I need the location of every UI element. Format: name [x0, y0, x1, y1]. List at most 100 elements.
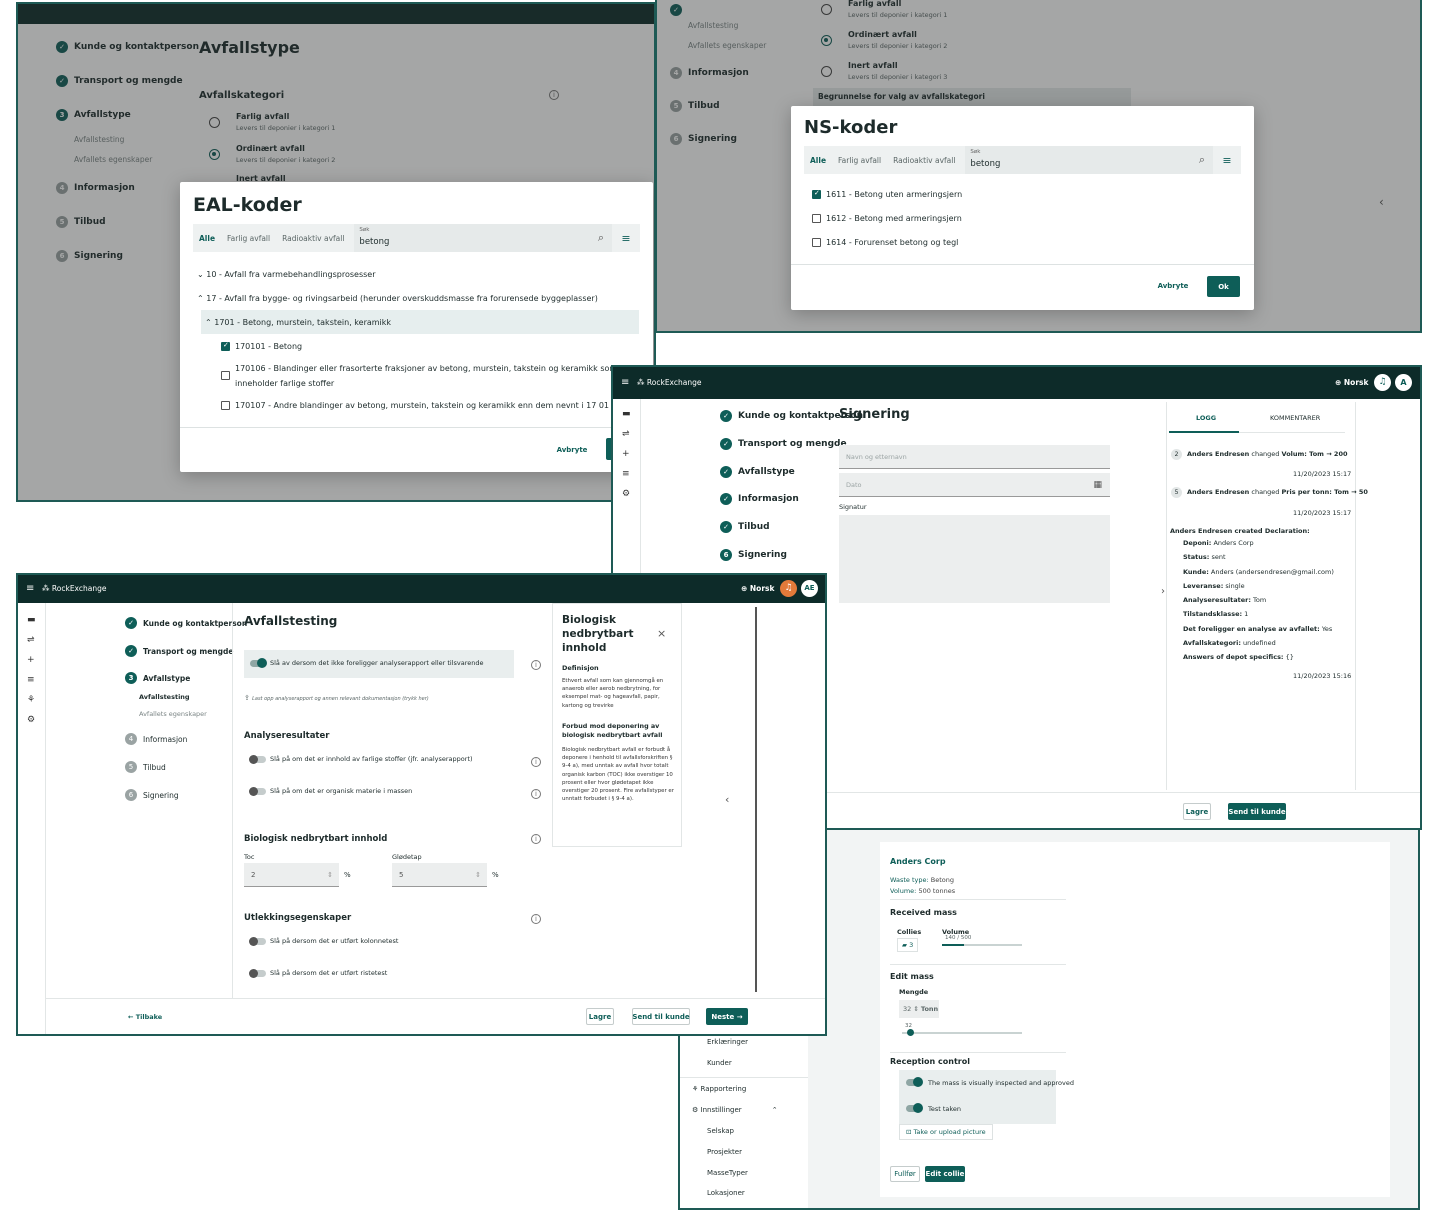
toggle-visual-inspection[interactable]: [906, 1077, 923, 1087]
folder-icon[interactable]: ▬: [27, 615, 36, 625]
filter-icon[interactable]: ≡: [612, 232, 640, 245]
tab-farlig[interactable]: Farlig avfall: [221, 234, 276, 243]
gl-input[interactable]: 5 ⇕: [392, 863, 487, 887]
upload-report-link[interactable]: ⇪ Last opp analyserapport og annen relev…: [244, 694, 429, 702]
upload-picture-button[interactable]: ⊡ Take or upload picture: [899, 1124, 993, 1140]
toc-input[interactable]: 2 ⇕: [244, 863, 339, 887]
slider-thumb[interactable]: [907, 1029, 914, 1036]
tree-item[interactable]: ⌃ 1701 - Betong, murstein, takstein, ker…: [205, 318, 391, 327]
tab-kommentarer[interactable]: KOMMENTARER: [1270, 414, 1320, 422]
transfer-icon[interactable]: ⇌: [622, 429, 630, 439]
search-icon[interactable]: ⌕: [1199, 153, 1205, 167]
gear-icon[interactable]: ⚙: [27, 715, 35, 725]
checkbox-1614[interactable]: [812, 238, 821, 247]
checkbox-1611[interactable]: [812, 189, 821, 199]
sidebar-item-rapportering[interactable]: ⚘ Rapportering: [692, 1085, 746, 1093]
collapse-chevron-icon[interactable]: ‹: [725, 793, 729, 806]
close-icon[interactable]: ×: [657, 627, 666, 640]
tab-alle[interactable]: Alle: [804, 156, 832, 165]
gear-icon[interactable]: ⚙: [622, 489, 630, 499]
sidebar-item-erklaeringer[interactable]: Erklæringer: [707, 1038, 748, 1046]
calendar-icon[interactable]: ▦: [1093, 480, 1102, 490]
mengde-input[interactable]: 32 ⇕ Tonn: [899, 1000, 939, 1018]
plus-icon[interactable]: +: [27, 655, 35, 665]
language-selector[interactable]: ⊕ Norsk: [1335, 378, 1369, 387]
menu-icon[interactable]: ≡: [26, 583, 34, 594]
send-to-customer-button[interactable]: Send til kunde: [1228, 803, 1286, 820]
scrollbar[interactable]: [755, 607, 757, 992]
substep-egenskaper[interactable]: Avfallets egenskaper: [139, 710, 207, 718]
search-input[interactable]: Søk betong ⌕: [965, 146, 1213, 174]
sidebar-item-innstillinger[interactable]: ⚙ Innstillinger ⌃: [692, 1106, 778, 1114]
info-icon[interactable]: i: [531, 914, 541, 924]
info-icon[interactable]: i: [531, 789, 541, 799]
next-button[interactable]: Neste →: [706, 1008, 748, 1025]
step-signering[interactable]: 6 Signering: [720, 549, 787, 561]
toggle-organic-matter[interactable]: [249, 787, 266, 796]
tab-radioaktiv[interactable]: Radioaktiv avfall: [887, 156, 961, 165]
step-transport[interactable]: ✓ Transport og mengde: [720, 438, 847, 450]
step-signering[interactable]: 6 Signering: [125, 789, 179, 801]
step-transport[interactable]: ✓ Transport og mengde: [125, 645, 233, 657]
info-icon[interactable]: i: [531, 834, 541, 844]
step-informasjon[interactable]: ✓ Informasjon: [720, 493, 799, 505]
sidebar-item-selskap[interactable]: Selskap: [707, 1127, 734, 1135]
send-to-customer-button[interactable]: Send til kunde: [632, 1008, 690, 1025]
plus-icon[interactable]: +: [622, 449, 630, 459]
info-icon[interactable]: i: [531, 660, 541, 670]
menu-icon[interactable]: ≡: [621, 377, 629, 388]
stepper-icon[interactable]: ⇕: [327, 871, 333, 879]
edit-collie-button[interactable]: Edit collie: [925, 1166, 965, 1182]
tab-logg[interactable]: LOGG: [1196, 414, 1216, 422]
checkbox-170106[interactable]: [221, 371, 230, 380]
notification-icon[interactable]: ♫: [780, 580, 797, 597]
step-tilbud[interactable]: ✓ Tilbud: [720, 521, 770, 533]
cancel-button[interactable]: Avbryte: [552, 440, 592, 460]
step-avfallstype[interactable]: 3 Avfallstype: [125, 672, 190, 684]
save-button[interactable]: Lagre: [1183, 803, 1211, 820]
checkbox-170107[interactable]: [221, 401, 230, 410]
step-avfallstype[interactable]: ✓ Avfallstype: [720, 466, 795, 478]
substep-avfallstesting[interactable]: Avfallstesting: [139, 693, 190, 701]
expand-chevron-icon[interactable]: ›: [1161, 586, 1165, 597]
folder-icon[interactable]: ▬: [622, 409, 631, 419]
tab-alle[interactable]: Alle: [193, 234, 221, 243]
toggle-no-analysis-report[interactable]: [250, 658, 267, 668]
save-button[interactable]: Lagre: [586, 1008, 614, 1025]
ok-button[interactable]: Ok: [1207, 276, 1240, 297]
checkbox-170101[interactable]: [221, 341, 230, 351]
list-icon[interactable]: ≡: [622, 469, 630, 479]
toggle-hazardous-content[interactable]: [249, 755, 266, 764]
stepper-icon[interactable]: ⇕: [475, 871, 481, 879]
sidebar-item-massetyper[interactable]: MasseTyper: [707, 1169, 748, 1177]
checkbox-1612[interactable]: [812, 214, 821, 223]
date-input[interactable]: Dato ▦: [839, 473, 1110, 497]
avatar[interactable]: A: [1395, 374, 1412, 391]
step-tilbud[interactable]: 5 Tilbud: [125, 761, 166, 773]
name-input[interactable]: Navn og etternavn: [839, 445, 1110, 469]
filter-icon[interactable]: ≡: [1213, 154, 1241, 167]
toggle-test-taken[interactable]: [906, 1103, 923, 1113]
tree-item[interactable]: ⌄ 10 - Avfall fra varmebehandlingsproses…: [197, 270, 376, 279]
language-selector[interactable]: ⊕ Norsk: [741, 584, 775, 593]
step-informasjon[interactable]: 4 Informasjon: [125, 733, 187, 745]
cancel-button[interactable]: Avbryte: [1153, 277, 1193, 295]
sidebar-item-lokasjoner[interactable]: Lokasjoner: [707, 1189, 745, 1197]
avatar[interactable]: AE: [801, 580, 818, 597]
info-icon[interactable]: i: [531, 757, 541, 767]
tree-item[interactable]: ⌃ 17 - Avfall fra bygge- og rivingsarbei…: [197, 294, 598, 303]
list-icon[interactable]: ≡: [27, 675, 35, 685]
mengde-slider[interactable]: [902, 1029, 1022, 1036]
back-button[interactable]: ← Tilbake: [128, 1013, 162, 1021]
toggle-shake-test[interactable]: [249, 969, 266, 978]
finish-button[interactable]: Fullfør: [890, 1166, 920, 1182]
signature-pad[interactable]: [839, 515, 1110, 603]
search-icon[interactable]: ⌕: [598, 231, 604, 245]
tab-farlig[interactable]: Farlig avfall: [832, 156, 887, 165]
toggle-column-test[interactable]: [249, 937, 266, 946]
step-kunde[interactable]: ✓ Kunde og kontaktperson: [125, 617, 247, 629]
sidebar-item-kunder[interactable]: Kunder: [707, 1059, 732, 1067]
search-input[interactable]: Søk betong ⌕: [354, 224, 612, 252]
sidebar-item-prosjekter[interactable]: Prosjekter: [707, 1148, 742, 1156]
tab-radioaktiv[interactable]: Radioaktiv avfall: [276, 234, 350, 243]
